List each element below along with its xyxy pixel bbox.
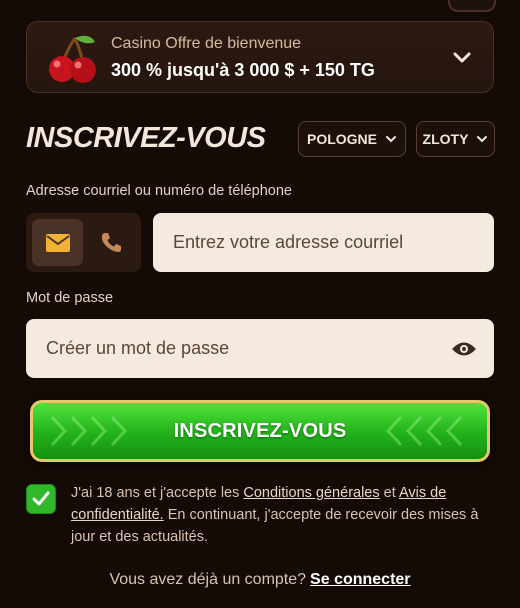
chevrons-decoration-right	[385, 415, 463, 447]
bonus-title: Casino Offre de bienvenue	[111, 35, 302, 52]
email-input[interactable]	[153, 213, 494, 272]
contact-label: Adresse courriel ou numéro de téléphone	[26, 183, 292, 199]
terms-checkbox[interactable]	[26, 484, 56, 514]
currency-select-value: ZLOTY	[422, 131, 469, 147]
password-label: Mot de passe	[26, 290, 114, 306]
country-select[interactable]: POLOGNE	[298, 121, 406, 157]
bonus-amount: 300 % jusqu'à 3 000 $ + 150 TG	[111, 60, 375, 80]
chevron-down-icon	[386, 136, 396, 143]
contact-method-switch	[26, 213, 141, 272]
consent-text: J'ai 18 ans et j'accepte les Conditions …	[71, 482, 491, 548]
submit-button-frame: INSCRIVEZ-VOUS	[30, 400, 490, 462]
password-input[interactable]	[26, 319, 494, 378]
login-link[interactable]: Se connecter	[310, 571, 410, 588]
login-prompt: Vous avez déjà un compte? Se connecter	[0, 571, 520, 589]
country-select-value: POLOGNE	[306, 131, 377, 147]
email-method-tab[interactable]	[32, 219, 83, 266]
consent-text-part-1: J'ai 18 ans et j'accepte les	[71, 485, 244, 501]
top-button-fragment	[448, 0, 496, 12]
consent-text-part-2: et	[379, 485, 399, 501]
checkmark-icon	[32, 491, 50, 506]
chevrons-decoration-left	[50, 415, 128, 447]
signup-submit-label: INSCRIVEZ-VOUS	[173, 419, 347, 442]
signup-submit-button[interactable]: INSCRIVEZ-VOUS	[33, 403, 487, 459]
eye-icon[interactable]	[451, 338, 477, 360]
login-prompt-text: Vous avez déjà un compte?	[109, 571, 307, 588]
chevron-down-icon	[477, 136, 488, 143]
welcome-bonus-card[interactable]: Casino Offre de bienvenue 300 % jusqu'à …	[26, 21, 494, 93]
phone-icon	[101, 232, 121, 252]
phone-method-tab[interactable]	[86, 219, 136, 266]
signup-heading: INSCRIVEZ-VOUS	[26, 122, 266, 154]
chevron-down-icon[interactable]	[451, 46, 473, 68]
currency-select[interactable]: ZLOTY	[416, 121, 495, 157]
cherry-icon	[49, 35, 96, 83]
envelope-icon	[45, 233, 70, 252]
terms-link[interactable]: Conditions générales	[243, 485, 379, 501]
